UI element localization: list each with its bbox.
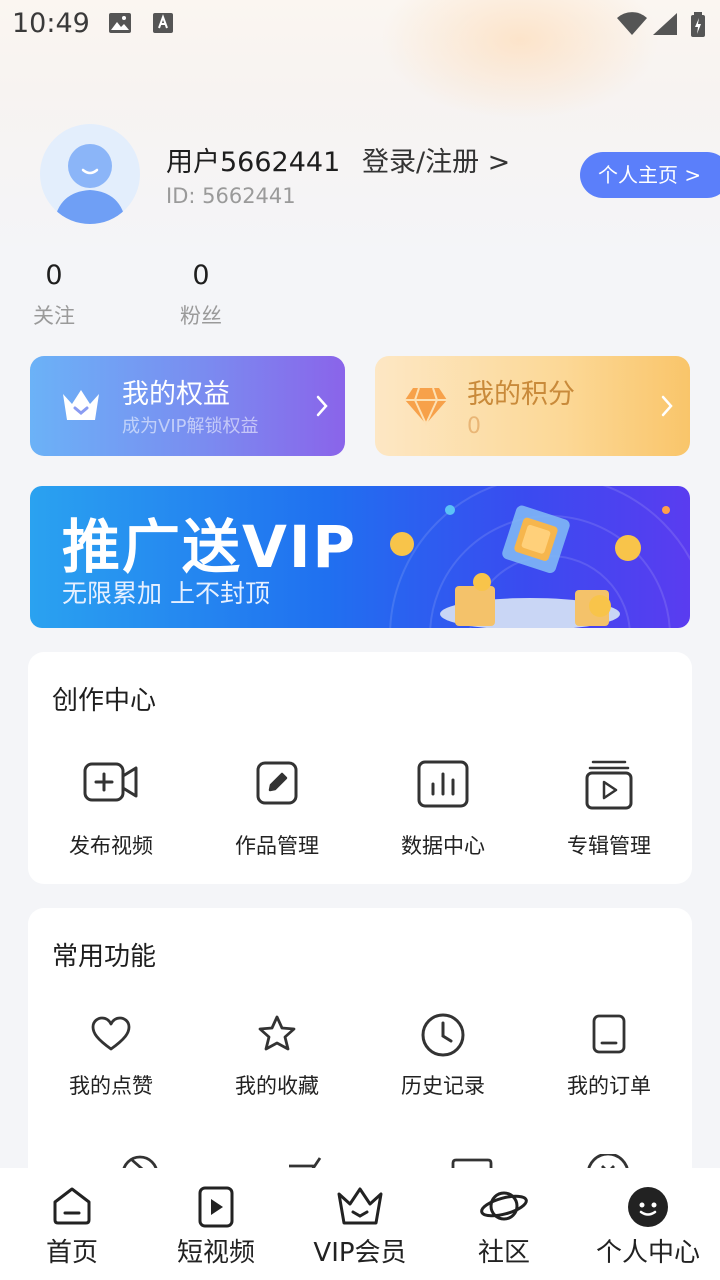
chevron-right-icon (660, 394, 674, 422)
history-label: 历史记录 (401, 1074, 485, 1098)
edit-icon (256, 761, 298, 805)
nav-short-video[interactable]: 短视频 (144, 1168, 288, 1280)
chevron-right-icon (315, 394, 329, 422)
my-likes-label: 我的点赞 (69, 1074, 153, 1098)
user-id: ID: 5662441 (166, 184, 296, 208)
video-add-icon (83, 762, 138, 802)
crown-icon (337, 1187, 383, 1225)
nav-community-label: 社区 (477, 1238, 530, 1268)
home-icon (53, 1187, 91, 1225)
nav-vip[interactable]: VIP会员 (288, 1168, 432, 1280)
banner-title: 推广送VIP (62, 513, 357, 581)
followers-label: 粉丝 (180, 304, 222, 328)
my-likes-button[interactable]: 我的点赞 (28, 1016, 194, 1100)
following-stat[interactable]: 0 关注 (19, 258, 89, 330)
nav-vip-label: VIP会员 (313, 1238, 407, 1268)
points-value: 0 (467, 414, 481, 439)
nav-profile[interactable]: 个人中心 (576, 1168, 720, 1280)
order-icon (592, 1014, 626, 1054)
followers-count: 0 (192, 260, 210, 291)
vip-crown-icon (60, 386, 102, 428)
data-center-label: 数据中心 (401, 834, 485, 858)
benefits-subtitle: 成为VIP解锁权益 (122, 416, 259, 437)
status-time: 10:49 (12, 8, 90, 39)
creation-center-section: 创作中心 发布视频 作品管理 数据中心 专辑管理 (28, 652, 692, 884)
album-icon (585, 760, 633, 810)
followers-stat[interactable]: 0 粉丝 (166, 258, 236, 330)
common-functions-title: 常用功能 (52, 942, 157, 972)
heart-icon (91, 1016, 131, 1051)
works-management-button[interactable]: 作品管理 (194, 760, 360, 860)
profile-face-icon (628, 1187, 668, 1227)
chart-icon (417, 760, 469, 808)
wifi-icon (616, 12, 648, 40)
history-button[interactable]: 历史记录 (360, 1012, 526, 1100)
avatar[interactable] (40, 124, 140, 224)
my-orders-button[interactable]: 我的订单 (526, 1014, 692, 1100)
my-orders-label: 我的订单 (567, 1074, 651, 1098)
gallery-icon (108, 12, 132, 38)
following-label: 关注 (33, 304, 75, 328)
album-management-button[interactable]: 专辑管理 (526, 760, 692, 860)
publish-video-button[interactable]: 发布视频 (28, 760, 194, 860)
publish-video-label: 发布视频 (69, 834, 153, 858)
promo-banner[interactable]: 推广送VIP 无限累加 上不封顶 (30, 486, 690, 628)
works-management-label: 作品管理 (235, 834, 319, 858)
status-bar: 10:49 (0, 0, 720, 50)
creation-center-title: 创作中心 (52, 686, 157, 716)
my-favorites-label: 我的收藏 (235, 1074, 319, 1098)
album-management-label: 专辑管理 (567, 834, 651, 858)
planet-icon (480, 1191, 528, 1221)
short-video-icon (198, 1186, 234, 1228)
benefits-title: 我的权益 (122, 379, 230, 410)
nav-home[interactable]: 首页 (0, 1168, 144, 1280)
common-functions-section: 常用功能 我的点赞 我的收藏 历史记录 我的订单 (28, 908, 692, 1208)
points-title: 我的积分 (467, 379, 575, 410)
my-favorites-button[interactable]: 我的收藏 (194, 1014, 360, 1100)
signal-icon (652, 12, 678, 40)
banner-subtitle: 无限累加 上不封顶 (62, 579, 270, 608)
data-center-button[interactable]: 数据中心 (360, 760, 526, 860)
battery-icon (690, 12, 706, 42)
personal-homepage-button[interactable]: 个人主页 > (580, 152, 720, 198)
nav-community[interactable]: 社区 (432, 1168, 576, 1280)
username: 用户5662441 (166, 147, 341, 178)
my-benefits-card[interactable]: 我的权益 成为VIP解锁权益 (30, 356, 345, 456)
nav-home-label: 首页 (45, 1238, 98, 1268)
my-points-card[interactable]: 我的积分 0 (375, 356, 690, 456)
star-icon (258, 1015, 296, 1051)
text-app-icon (152, 12, 174, 38)
clock-icon (421, 1013, 465, 1057)
following-count: 0 (45, 260, 63, 291)
diamond-icon (403, 386, 449, 430)
nav-short-video-label: 短视频 (176, 1238, 255, 1268)
bottom-navigation: 首页 短视频 VIP会员 社区 个人中心 (0, 1168, 720, 1280)
login-register-link[interactable]: 登录/注册 > (362, 140, 510, 179)
nav-profile-label: 个人中心 (595, 1238, 700, 1268)
